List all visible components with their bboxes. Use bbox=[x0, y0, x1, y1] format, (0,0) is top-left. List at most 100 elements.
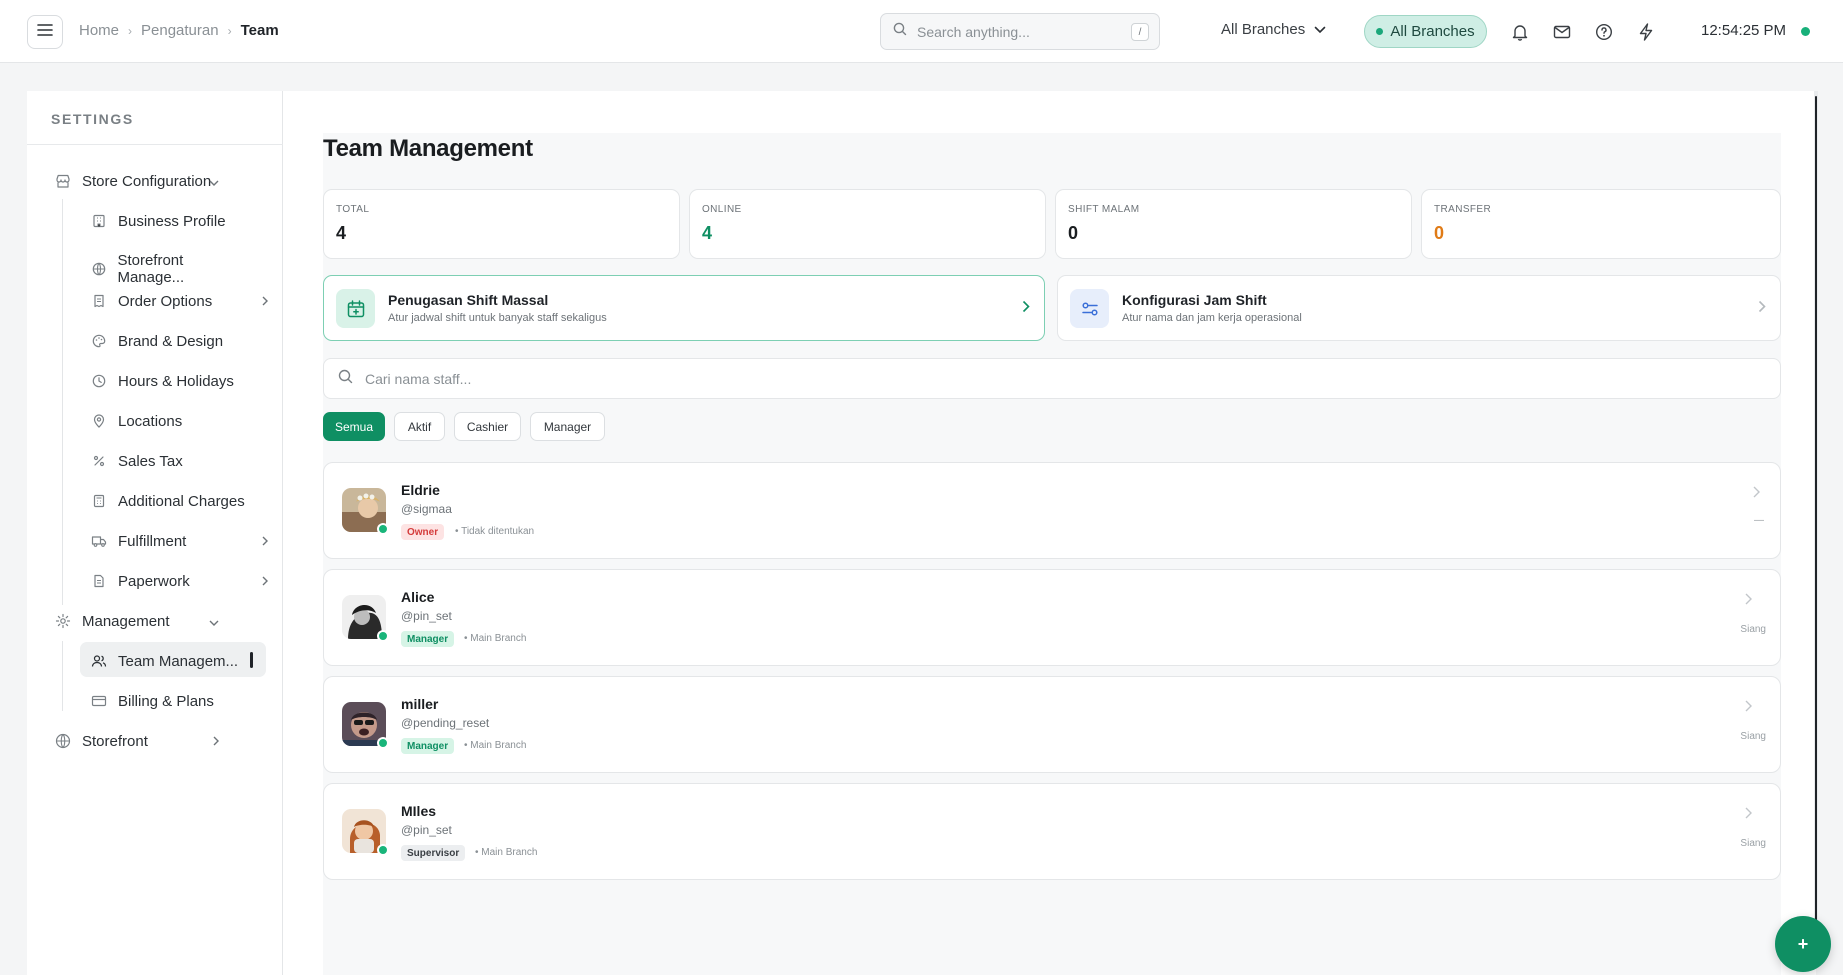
sidebar-item-hours-holidays[interactable]: Hours & Holidays bbox=[90, 372, 250, 390]
chevron-right-icon bbox=[262, 573, 268, 590]
staff-name: Eldrie bbox=[401, 482, 440, 498]
shift-hours-config-card[interactable]: Konfigurasi Jam Shift Atur nama dan jam … bbox=[1057, 275, 1781, 341]
map-pin-icon bbox=[90, 412, 108, 430]
sidebar-item-order-options[interactable]: Order Options bbox=[90, 292, 268, 310]
hamburger-icon bbox=[37, 23, 53, 42]
sidebar-item-paperwork[interactable]: Paperwork bbox=[90, 572, 268, 590]
plus-icon: + bbox=[1797, 933, 1809, 954]
bulk-shift-assignment-card[interactable]: Penugasan Shift Massal Atur jadwal shift… bbox=[323, 275, 1045, 341]
staff-row[interactable]: Eldrie @sigmaa Owner • Tidak ditentukan … bbox=[323, 462, 1781, 559]
breadcrumb-home[interactable]: Home bbox=[79, 22, 119, 39]
staff-branch: • Main Branch bbox=[464, 740, 527, 751]
filter-chip-cashier[interactable]: Cashier bbox=[454, 412, 521, 441]
add-staff-button[interactable]: + bbox=[1775, 916, 1831, 972]
stat-label: ONLINE bbox=[702, 204, 742, 215]
sidebar-item-storefront-manage[interactable]: Storefront Manage... bbox=[90, 252, 250, 286]
staff-username: @pin_set bbox=[401, 609, 452, 623]
filter-chip-manager[interactable]: Manager bbox=[530, 412, 605, 441]
stat-label: TRANSFER bbox=[1434, 204, 1492, 215]
staff-branch: • Main Branch bbox=[464, 633, 527, 644]
chevron-right-icon bbox=[262, 533, 268, 550]
palette-icon bbox=[90, 332, 108, 350]
sidebar-item-brand-design[interactable]: Brand & Design bbox=[90, 332, 250, 350]
chevron-right-icon bbox=[1022, 300, 1030, 318]
sidebar-item-label: Paperwork bbox=[118, 572, 190, 590]
chevron-down-icon bbox=[209, 613, 219, 630]
truck-icon bbox=[90, 532, 108, 550]
staff-name: MIles bbox=[401, 803, 437, 819]
branch-select[interactable]: All Branches bbox=[1221, 21, 1326, 38]
staff-username: @sigmaa bbox=[401, 502, 452, 516]
action-title: Penugasan Shift Massal bbox=[388, 292, 549, 308]
credit-card-icon bbox=[90, 692, 108, 710]
chevron-right-icon bbox=[262, 293, 268, 310]
connection-status-dot bbox=[1801, 27, 1810, 36]
action-subtitle: Atur nama dan jam kerja operasional bbox=[1122, 312, 1302, 324]
filter-chip-semua[interactable]: Semua bbox=[323, 412, 385, 441]
chevron-right-icon bbox=[1745, 806, 1752, 824]
stat-value: 4 bbox=[702, 223, 713, 243]
document-icon bbox=[90, 572, 108, 590]
sidebar-item-sales-tax[interactable]: Sales Tax bbox=[90, 452, 250, 470]
online-status-dot bbox=[377, 737, 389, 749]
sidebar-group-management[interactable]: Management bbox=[54, 612, 219, 630]
sidebar-group-store-configuration[interactable]: Store Configuration bbox=[54, 172, 219, 190]
staff-branch: • Tidak ditentukan bbox=[455, 526, 535, 537]
sidebar-item-label: Fulfillment bbox=[118, 532, 187, 550]
stat-card-total: TOTAL 4 bbox=[323, 189, 680, 259]
menu-button[interactable] bbox=[27, 15, 63, 49]
sidebar-item-business-profile[interactable]: Business Profile bbox=[90, 212, 235, 230]
sidebar-divider bbox=[27, 144, 283, 145]
chevron-right-icon bbox=[1758, 300, 1766, 318]
sidebar-item-locations[interactable]: Locations bbox=[90, 412, 250, 430]
filter-chip-aktif[interactable]: Aktif bbox=[394, 412, 445, 441]
clock-icon bbox=[90, 372, 108, 390]
stat-card-night-shift: SHIFT MALAM 0 bbox=[1055, 189, 1412, 259]
staff-search-input[interactable]: Cari nama staff... bbox=[323, 358, 1781, 399]
gear-icon bbox=[54, 612, 72, 630]
stat-card-online: ONLINE 4 bbox=[689, 189, 1046, 259]
staff-row[interactable]: miller @pending_reset Manager • Main Bra… bbox=[323, 676, 1781, 773]
lightning-icon[interactable] bbox=[1635, 21, 1657, 43]
sidebar-group-storefront[interactable]: Storefront bbox=[54, 732, 219, 750]
stat-card-transfer: TRANSFER 0 bbox=[1421, 189, 1781, 259]
sidebar-item-additional-charges[interactable]: Additional Charges bbox=[90, 492, 265, 510]
content-area: Team Management TOTAL 4 ONLINE 4 SHIFT M… bbox=[283, 91, 1816, 975]
staff-name: miller bbox=[401, 696, 439, 712]
sidebar-item-label: Order Options bbox=[118, 292, 213, 310]
stat-label: SHIFT MALAM bbox=[1068, 204, 1140, 215]
sidebar-item-team-management[interactable]: Team Managem... bbox=[90, 652, 240, 670]
sidebar-item-fulfillment[interactable]: Fulfillment bbox=[90, 532, 268, 550]
top-bar: Home › Pengaturan › Team Search anything… bbox=[0, 0, 1843, 63]
sidebar-item-label: Locations bbox=[118, 412, 183, 430]
sidebar-group-label: Management bbox=[82, 612, 170, 630]
chevron-down-icon bbox=[1314, 21, 1326, 38]
global-search-input[interactable]: Search anything... / bbox=[880, 13, 1160, 50]
tree-line bbox=[62, 199, 63, 605]
globe-icon bbox=[90, 260, 107, 278]
mail-icon[interactable] bbox=[1551, 21, 1573, 43]
clock: 12:54:25 PM bbox=[1701, 22, 1787, 39]
sidebar-item-label: Hours & Holidays bbox=[118, 372, 234, 390]
sidebar-item-label: Billing & Plans bbox=[118, 692, 214, 710]
stat-value: 4 bbox=[336, 223, 347, 243]
sidebar-item-billing-plans[interactable]: Billing & Plans bbox=[90, 692, 240, 710]
staff-row[interactable]: MIles @pin_set Supervisor • Main Branch … bbox=[323, 783, 1781, 880]
sidebar-item-label: Business Profile bbox=[118, 212, 226, 230]
settings-sidebar: SETTINGS Store Configuration Business Pr… bbox=[27, 91, 283, 975]
breadcrumb-pengaturan[interactable]: Pengaturan bbox=[141, 22, 219, 39]
globe-icon bbox=[54, 732, 72, 750]
help-icon[interactable] bbox=[1593, 21, 1615, 43]
active-branch-pill[interactable]: All Branches bbox=[1364, 15, 1487, 48]
bell-icon[interactable] bbox=[1509, 21, 1531, 43]
staff-username: @pin_set bbox=[401, 823, 452, 837]
branch-status-dot bbox=[1376, 28, 1384, 35]
staff-branch: • Main Branch bbox=[475, 847, 538, 858]
percent-icon bbox=[90, 452, 108, 470]
staff-shift: Siang bbox=[1740, 731, 1766, 742]
sidebar-item-label: Team Managem... bbox=[118, 652, 239, 670]
staff-username: @pending_reset bbox=[401, 716, 490, 730]
staff-row[interactable]: Alice @pin_set Manager • Main Branch Sia… bbox=[323, 569, 1781, 666]
scrollbar-thumb[interactable] bbox=[1815, 96, 1817, 958]
sidebar-item-label: Storefront Manage... bbox=[117, 252, 185, 286]
